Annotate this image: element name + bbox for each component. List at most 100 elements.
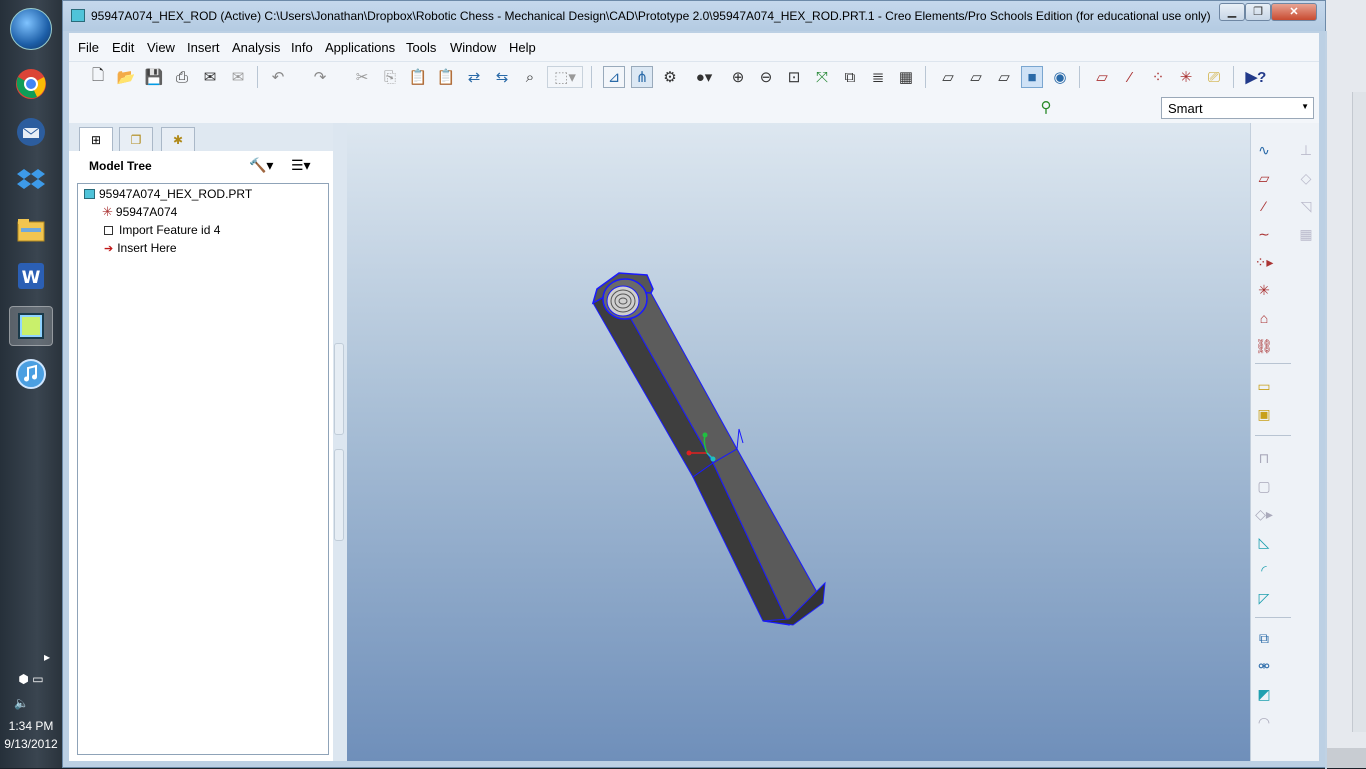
word-icon[interactable]: W [9,256,53,296]
zoom-in-icon[interactable]: ⊕ [727,66,749,88]
sweep-icon[interactable]: ◹ [1295,195,1317,217]
rib-icon[interactable]: ◇▸ [1253,503,1275,525]
chrome-icon[interactable] [9,64,53,104]
traffic-light-icon[interactable]: ⚲ [1035,96,1057,118]
explorer-icon[interactable] [9,210,53,250]
menu-info[interactable]: Info [291,40,313,55]
show-hidden-icons-icon[interactable]: ▸ [0,650,62,664]
new-icon[interactable]: 🗋 [87,66,109,88]
note-icon[interactable]: ▭ [1253,375,1275,397]
show-icon[interactable]: ☰▾ [291,157,311,174]
shaded-icon[interactable]: ■ [1021,66,1043,88]
trim-icon[interactable]: ◠ [1253,711,1275,733]
folder-browser-tab[interactable]: ❐ [119,127,153,151]
redo-icon[interactable]: ↷ [309,66,331,88]
merge-icon[interactable]: ◩ [1253,683,1275,705]
view-manager-icon[interactable]: ▦ [895,66,917,88]
menu-help[interactable]: Help [509,40,536,55]
send-icon[interactable]: ✉ [199,66,221,88]
layers-icon[interactable]: ≣ [867,66,889,88]
sketch-icon[interactable]: ∿ [1253,139,1275,161]
tray-icons[interactable]: ⬢ ▭ [0,672,62,686]
hex-rod-model[interactable] [347,123,1250,761]
menu-tools[interactable]: Tools [406,40,436,55]
tree-item-part[interactable]: 95947A074_HEX_ROD.PRT [84,185,252,203]
thunderbird-icon[interactable] [9,112,53,152]
view-note-icon[interactable]: ▣ [1253,403,1275,425]
datum-curve-icon[interactable]: ∼ [1253,223,1275,245]
refit-icon[interactable]: ⊡ [783,66,805,88]
title-bar[interactable]: 95947A074_HEX_ROD (Active) C:\Users\Jona… [63,1,1325,31]
minimize-button[interactable]: ▁ [1219,3,1245,21]
coordinate-system-icon[interactable]: ✳ [1253,279,1275,301]
datum-planes-icon[interactable]: ▱ [1091,66,1113,88]
save-icon[interactable]: 💾 [143,66,165,88]
mirror-icon[interactable]: ⚮ [1253,655,1275,677]
annotations-icon[interactable]: ⎚ [1203,66,1225,88]
copy-icon[interactable]: ⎘ [379,66,401,88]
select-box-icon[interactable]: ⬚▾ [547,66,583,88]
revolve-icon[interactable]: ◇ [1295,167,1317,189]
datum-icon[interactable]: ⋔ [631,66,653,88]
graphics-window[interactable] [347,123,1250,761]
menu-edit[interactable]: Edit [112,40,134,55]
draft-icon[interactable]: ◺ [1253,531,1275,553]
chamfer-icon[interactable]: ◸ [1253,587,1275,609]
shell-icon[interactable]: ▢ [1253,475,1275,497]
round-icon[interactable]: ◜ [1253,559,1275,581]
reorient-icon[interactable]: ⤧ [811,66,833,88]
dropbox-icon[interactable] [9,160,53,200]
menu-window[interactable]: Window [450,40,496,55]
menu-analysis[interactable]: Analysis [232,40,280,55]
no-hidden-icon[interactable]: ▱ [993,66,1015,88]
open-icon[interactable]: 📂 [115,66,137,88]
panel-splitter[interactable] [333,123,347,761]
tree-item-insert-here[interactable]: ➔ Insert Here [104,239,177,257]
regenerate-icon[interactable]: ⇄ [463,66,485,88]
datum-axis-icon[interactable]: ⁄ [1253,195,1275,217]
favorites-tab[interactable]: ✱ [161,127,195,151]
undo-icon[interactable]: ↶ [267,66,289,88]
clock-time[interactable]: 1:34 PM [0,719,62,733]
chain-icon[interactable]: ⛓ [1253,335,1275,357]
blend-icon[interactable]: ▦ [1295,223,1317,245]
pattern-icon[interactable]: ⧉ [1253,627,1275,649]
clock-date[interactable]: 9/13/2012 [0,737,62,751]
maximize-button[interactable]: ❐ [1245,3,1271,21]
datum-point-icon[interactable]: ⁘▸ [1253,251,1275,273]
context-help-icon[interactable]: ▶? [1245,66,1267,88]
wireframe-icon[interactable]: ▱ [937,66,959,88]
csys-icon[interactable]: ✳ [1175,66,1197,88]
tree-item-csys[interactable]: ✳ 95947A074 [102,203,177,221]
regen-manager-icon[interactable]: ⇆ [491,66,513,88]
selection-filter-dropdown[interactable]: Smart ▼ [1161,97,1314,119]
analysis-feature-icon[interactable]: ⌂ [1253,307,1275,329]
email-icon[interactable]: ✉ [227,66,249,88]
shading-icon[interactable]: ●▾ [687,66,721,88]
menu-view[interactable]: View [147,40,175,55]
orient-icon[interactable]: ⊿ [603,66,625,88]
zoom-out-icon[interactable]: ⊖ [755,66,777,88]
tree-item-import-feature[interactable]: Import Feature id 4 [104,221,220,239]
datum-plane-icon[interactable]: ▱ [1253,167,1275,189]
settings-icon[interactable]: 🔨▾ [249,157,273,174]
enhanced-realism-icon[interactable]: ◉ [1049,66,1071,88]
start-button[interactable] [10,8,52,50]
close-button[interactable]: ✕ [1271,3,1317,21]
menu-file[interactable]: File [78,40,99,55]
menu-applications[interactable]: Applications [325,40,395,55]
extrude-icon[interactable]: ⊥ [1295,139,1317,161]
paste-icon[interactable]: 📋 [407,66,429,88]
saved-views-icon[interactable]: ⧉ [839,66,861,88]
datum-axes-icon[interactable]: ⁄ [1119,66,1141,88]
hidden-line-icon[interactable]: ▱ [965,66,987,88]
itunes-icon[interactable] [9,354,53,394]
paste-special-icon[interactable]: 📋 [435,66,457,88]
print-icon[interactable]: ⎙ [171,66,193,88]
find-icon[interactable]: ⌕ [519,66,541,88]
menu-insert[interactable]: Insert [187,40,220,55]
volume-icon[interactable]: 🔈 [0,696,62,710]
creo-icon[interactable] [9,306,53,346]
cut-icon[interactable]: ✂ [351,66,373,88]
spin-center-icon[interactable]: ⚙ [659,66,681,88]
